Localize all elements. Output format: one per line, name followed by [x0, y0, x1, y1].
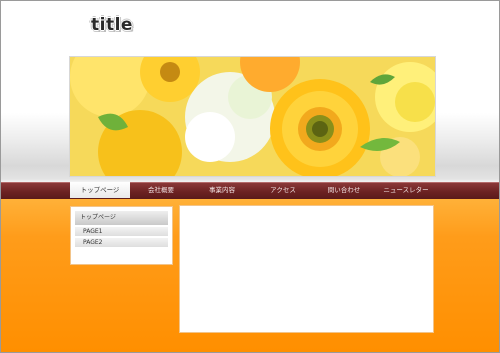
nav-item-business[interactable]: 事業内容	[192, 182, 252, 198]
nav-item-access[interactable]: アクセス	[253, 182, 313, 198]
hero-image	[69, 56, 436, 177]
nav-item-top[interactable]: トップページ	[70, 182, 130, 198]
nav-item-contact[interactable]: 問い合わせ	[314, 182, 374, 198]
sidebar-item-page1[interactable]: PAGE1	[75, 226, 168, 236]
sidebar-heading[interactable]: トップページ	[75, 211, 168, 225]
flower-illustration	[70, 57, 435, 176]
main-content-panel	[179, 205, 434, 333]
nav-item-company[interactable]: 会社概要	[131, 182, 191, 198]
page-frame: title トップページ 会社概要 事業内容 アクセス 問い合わせ ニュースレタ…	[0, 0, 500, 353]
nav-item-newsletter[interactable]: ニュースレター	[375, 182, 437, 198]
site-title[interactable]: title	[91, 15, 133, 35]
sidebar: トップページ PAGE1 PAGE2	[70, 206, 173, 265]
sidebar-item-page2[interactable]: PAGE2	[75, 237, 168, 247]
